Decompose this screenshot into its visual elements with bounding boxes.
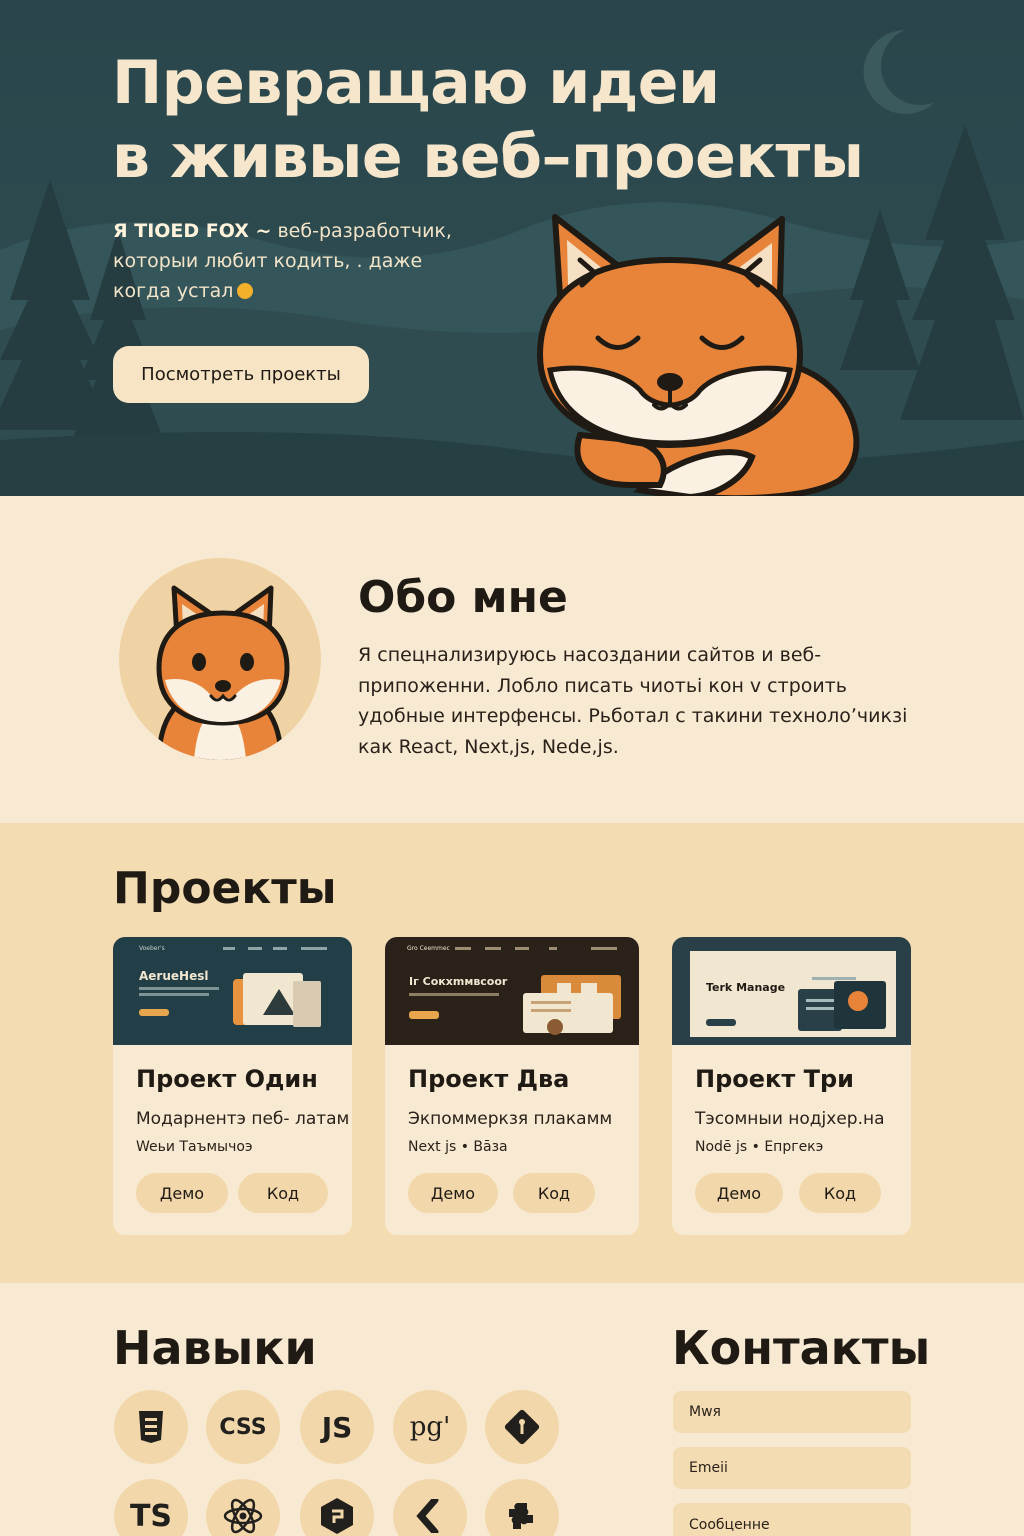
skills-title: Навыки [113,1321,317,1375]
fox-avatar-illustration [156,585,290,760]
project-2-thumb-nav: Gro Ceemmec [407,945,450,952]
about-line4: как React, Next,js, Nede,js. [358,735,619,758]
project-card-3: Terk Manage Проект Три Тэсомныи нодjхер.… [672,937,911,1235]
project-1-thumbnail [113,937,352,1045]
css-icon: CSS [206,1390,280,1464]
hero-subtitle-line3: когда устал [113,280,234,302]
project-3-description: Тэсомныи нодjхер.на [695,1109,885,1129]
project-3-code-button[interactable]: Код [799,1173,881,1213]
postgres-icon: pg' [393,1390,467,1464]
project-1-thumb-nav: Voeber's [139,945,165,952]
git-icon [485,1390,559,1464]
about-line1: Я спецнализируюсь насоздании сайтов и ве… [358,644,822,666]
puzzle-icon [485,1479,559,1536]
project-2-demo-button[interactable]: Демо [408,1173,498,1213]
project-1-title: Проект Один [136,1065,318,1093]
typescript-icon: TS [114,1479,188,1536]
name-field[interactable]: Mwя [673,1391,911,1433]
project-1-tags: Weьи Таъмычоэ [136,1139,253,1155]
fox-avatar [119,558,321,760]
hero-subtitle-line2: которыи любит кодить, . даже [113,250,423,272]
project-2-code-button[interactable]: Код [513,1173,595,1213]
project-card-2: Gro Ceemmec Iг Cокхmмвcoor Проект Два Эк… [385,937,639,1235]
project-card-1: Voeber's AerueHesl Проект Один Модарнент… [113,937,352,1235]
about-text: Я спецнализируюсь насоздании сайтов и ве… [358,640,918,762]
skills-contacts-section: Навыки Контакты CSS JS pg' TS Mwя Emeii … [0,1283,1024,1536]
project-2-thumbnail [385,937,639,1045]
project-1-code-button[interactable]: Код [238,1173,328,1213]
about-line2: припоженни. Лобло писать чиотьі кон v ст… [358,674,847,697]
sun-dot-icon [237,283,254,299]
node-icon [300,1479,374,1536]
project-1-demo-button[interactable]: Демо [136,1173,228,1213]
project-2-thumb-heading: Iг Cокхmмвcoor [409,975,508,988]
project-1-thumb-heading: AerueHesl [139,969,209,983]
contacts-title: Контакты [672,1321,931,1375]
hero-subtitle: Я TIOED FOX ~ веб-разработчик, которыи л… [113,216,473,306]
about-section: Обо мне Я спецнализируюсь насоздании сай… [0,496,1024,823]
html5-icon [114,1390,188,1464]
react-icon [206,1479,280,1536]
hero-subtitle-rest: веб-разработчик, [271,220,452,242]
sleeping-fox-illustration [536,214,860,496]
email-field[interactable]: Emeii [673,1447,911,1489]
js-icon: JS [300,1390,374,1464]
hero-title: Превращаю идеи в живые веб–проекты [112,46,872,194]
about-line3: удобные интерфенсы. Рьботал с такини тех… [358,705,908,727]
hero-subtitle-name: Я TIOED FOX ~ [113,220,272,242]
project-3-tags: Nodē js • Епргекэ [695,1139,824,1155]
moon-icon [863,30,935,114]
project-3-demo-button[interactable]: Демо [695,1173,783,1213]
hero-title-line1: Превращаю идеи [112,48,720,118]
view-projects-button[interactable]: Посмотреть проекты [113,346,369,403]
hero-section: Превращаю идеи в живые веб–проекты Я TIO… [0,0,1024,496]
projects-section: Проекты Voeber's AerueHesl Проект Один М… [0,823,1024,1283]
projects-title: Проекты [113,863,337,914]
hero-title-line2: в живые веб–проекты [112,122,864,192]
project-2-title: Проект Два [408,1065,570,1093]
about-title: Обо мне [358,572,568,623]
project-2-tags: Next js • Bāза [408,1139,508,1155]
project-3-title: Проект Три [695,1065,854,1093]
project-3-thumb-heading: Terk Manage [706,981,786,994]
figma-icon [393,1479,467,1536]
project-2-description: Экпоммеркзя плакамм [408,1109,613,1129]
message-field[interactable]: Сообценне [673,1503,911,1536]
project-1-description: Модарнентэ пеб- латам [136,1109,350,1129]
